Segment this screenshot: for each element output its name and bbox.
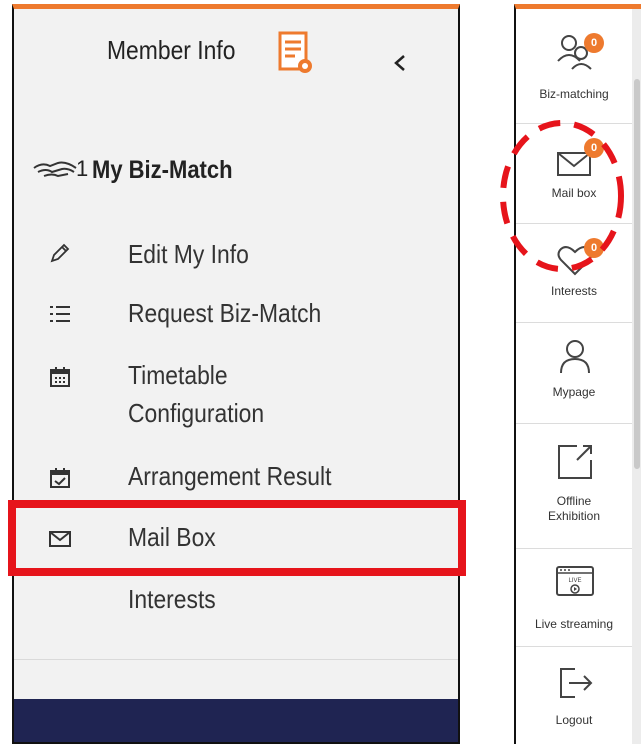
menu-item-timetable-configuration[interactable]: Timetable Configuration xyxy=(14,355,458,441)
member-menu-panel: Member Info 1 My Biz-Match Edit My Info xyxy=(12,4,460,744)
biz-match-number: 1 xyxy=(76,156,89,181)
sidebar-item-logout[interactable]: Logout xyxy=(516,647,632,744)
logout-icon xyxy=(560,668,593,698)
calendar-icon xyxy=(50,367,70,387)
svg-text:LIVE: LIVE xyxy=(568,578,581,584)
menu-label: Timetable xyxy=(128,360,228,390)
member-document-icon[interactable] xyxy=(278,31,314,75)
divider xyxy=(14,659,458,660)
menu-label: Mail Box xyxy=(128,522,216,552)
sidebar-label: Logout xyxy=(555,713,593,727)
sidebar-label: Biz-matching xyxy=(539,87,609,101)
footer-bar xyxy=(14,699,458,742)
menu-item-mail-box[interactable]: Mail Box xyxy=(14,517,458,561)
menu-label: Edit My Info xyxy=(128,239,249,269)
member-info-title: Member Info xyxy=(107,35,236,65)
sidebar-label: Interests xyxy=(550,284,598,298)
notification-badge: 0 xyxy=(584,138,604,158)
list-icon xyxy=(50,306,70,322)
handshake-icon xyxy=(33,161,77,178)
sidebar-item-live-streaming[interactable]: LIVE Live streaming xyxy=(516,549,632,647)
menu-item-arrangement-result[interactable]: Arrangement Result xyxy=(14,456,458,500)
sidebar-item-mail-box[interactable]: 0 Mail box xyxy=(516,124,632,224)
sidebar-label: Mypage xyxy=(552,385,596,399)
collapse-chevron-icon[interactable] xyxy=(392,53,408,73)
menu-item-request-biz-match[interactable]: Request Biz-Match xyxy=(14,293,458,337)
sidebar-label-line2: Exhibition xyxy=(547,509,601,523)
calendar-check-icon xyxy=(50,468,70,488)
member-info-header: Member Info xyxy=(14,9,458,101)
menu-item-edit-my-info[interactable]: Edit My Info xyxy=(14,234,458,278)
external-link-icon xyxy=(558,445,592,479)
sidebar-label: Live streaming xyxy=(534,617,614,631)
biz-match-title: My Biz-Match xyxy=(92,156,233,184)
menu-label: Interests xyxy=(128,584,216,614)
menu-label-line2: Configuration xyxy=(128,398,265,428)
sidebar-item-biz-matching[interactable]: 0 Biz-matching xyxy=(516,9,632,124)
user-icon xyxy=(560,340,590,374)
sidebar-label: Offline xyxy=(556,494,592,508)
quick-sidebar: 0 Biz-matching 0 Mail box 0 Interests My… xyxy=(514,4,641,744)
menu-item-interests[interactable]: Interests xyxy=(14,579,458,623)
scrollbar-track[interactable] xyxy=(632,9,641,744)
sidebar-label: Mail box xyxy=(551,186,597,200)
notification-badge: 0 xyxy=(584,238,604,258)
envelope-icon xyxy=(49,531,71,547)
notification-badge: 0 xyxy=(584,33,604,53)
pencil-icon xyxy=(50,243,70,263)
live-icon: LIVE xyxy=(556,566,594,596)
menu-label: Request Biz-Match xyxy=(128,298,322,328)
sidebar-item-mypage[interactable]: Mypage xyxy=(516,323,632,424)
sidebar-item-interests[interactable]: 0 Interests xyxy=(516,224,632,323)
menu-label: Arrangement Result xyxy=(128,461,332,491)
scrollbar-thumb[interactable] xyxy=(634,79,640,469)
sidebar-item-offline-exhibition[interactable]: Offline Exhibition xyxy=(516,424,632,549)
